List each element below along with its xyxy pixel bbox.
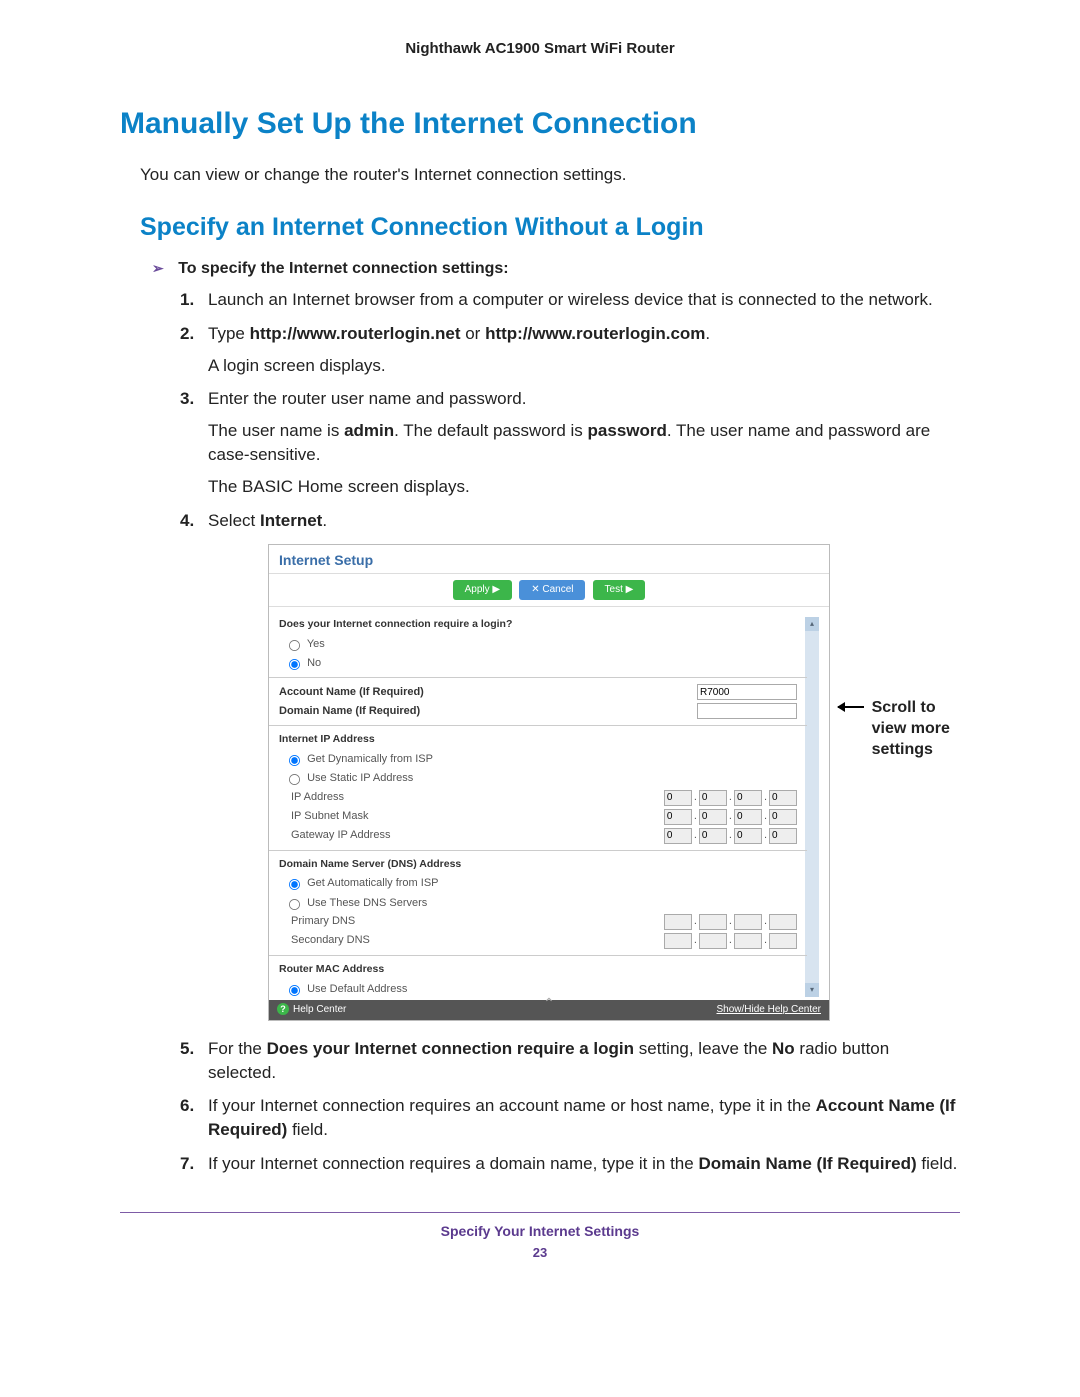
- ip-address-label: IP Address: [279, 790, 664, 805]
- show-hide-help-link[interactable]: Show/Hide Help Center: [717, 1003, 822, 1017]
- triangle-icon: ➢: [152, 260, 164, 276]
- apply-button[interactable]: Apply ▶: [453, 580, 512, 600]
- mac-section-label: Router MAC Address: [279, 962, 797, 977]
- radio-yes[interactable]: Yes: [283, 636, 797, 652]
- step-6: 6. If your Internet connection requires …: [180, 1094, 960, 1142]
- gateway-label: Gateway IP Address: [279, 828, 664, 843]
- callout-text: Scroll to view more settings: [872, 698, 966, 760]
- step-text: Select Internet.: [208, 511, 327, 530]
- step-7: 7. If your Internet connection requires …: [180, 1152, 960, 1176]
- dns-section-label: Domain Name Server (DNS) Address: [279, 857, 797, 872]
- callout-scroll: Scroll to view more settings: [838, 698, 965, 760]
- step-number: 1.: [180, 288, 194, 312]
- ip-octet-input[interactable]: [734, 809, 762, 825]
- step-1: 1. Launch an Internet browser from a com…: [180, 288, 960, 312]
- scroll-up-icon[interactable]: ▴: [805, 617, 819, 631]
- screenshot-container: Internet Setup Apply ▶ ✕ Cancel Test ▶ ▴…: [268, 544, 960, 1020]
- ip-octet-input[interactable]: [699, 914, 727, 930]
- ip-octet-input[interactable]: [734, 790, 762, 806]
- step-5: 5. For the Does your Internet connection…: [180, 1037, 960, 1085]
- radio-dns-manual[interactable]: Use These DNS Servers: [283, 895, 797, 911]
- step-text: Enter the router user name and password.: [208, 389, 526, 408]
- arrow-left-icon: [838, 706, 864, 708]
- ip-octet-input[interactable]: [734, 933, 762, 949]
- radio-dns-auto[interactable]: Get Automatically from ISP: [283, 875, 797, 891]
- radio-mac-default[interactable]: Use Default Address: [283, 981, 797, 997]
- help-center-label: Help Center: [293, 1004, 346, 1015]
- ip-octet-input[interactable]: [769, 809, 797, 825]
- domain-name-label: Domain Name (If Required): [279, 704, 697, 719]
- scroll-down-icon[interactable]: ▾: [805, 983, 819, 997]
- secondary-dns-label: Secondary DNS: [279, 933, 664, 948]
- subnet-label: IP Subnet Mask: [279, 809, 664, 824]
- ip-octet-input[interactable]: [769, 914, 797, 930]
- step-number: 6.: [180, 1094, 194, 1118]
- step-text: Type http://www.routerlogin.net or http:…: [208, 324, 710, 343]
- radio-ip-dynamic[interactable]: Get Dynamically from ISP: [283, 751, 797, 767]
- step-note: A login screen displays.: [208, 354, 960, 378]
- step-number: 3.: [180, 387, 194, 411]
- procedure-title-text: To specify the Internet connection setti…: [178, 260, 508, 277]
- step-number: 5.: [180, 1037, 194, 1061]
- step-number: 4.: [180, 509, 194, 533]
- ip-octet-input[interactable]: [699, 809, 727, 825]
- account-name-label: Account Name (If Required): [279, 685, 697, 700]
- ip-section-label: Internet IP Address: [279, 732, 797, 747]
- step-number: 2.: [180, 322, 194, 346]
- ip-octet-input[interactable]: [664, 914, 692, 930]
- intro-text: You can view or change the router's Inte…: [140, 165, 960, 185]
- screenshot-button-bar: Apply ▶ ✕ Cancel Test ▶: [269, 574, 829, 607]
- footer-section-title: Specify Your Internet Settings: [120, 1223, 960, 1239]
- footer-divider: [120, 1212, 960, 1213]
- internet-setup-screenshot: Internet Setup Apply ▶ ✕ Cancel Test ▶ ▴…: [268, 544, 830, 1020]
- test-button[interactable]: Test ▶: [593, 580, 646, 600]
- login-question-label: Does your Internet connection require a …: [279, 617, 797, 632]
- step-number: 7.: [180, 1152, 194, 1176]
- radio-no[interactable]: No: [283, 655, 797, 671]
- step-text: If your Internet connection requires an …: [208, 1096, 955, 1139]
- radio-ip-static[interactable]: Use Static IP Address: [283, 770, 797, 786]
- step-4: 4. Select Internet. Internet Setup Apply…: [180, 509, 960, 1021]
- step-text: If your Internet connection requires a d…: [208, 1154, 957, 1173]
- primary-dns-label: Primary DNS: [279, 914, 664, 929]
- step-text: For the Does your Internet connection re…: [208, 1039, 889, 1082]
- heading-main: Manually Set Up the Internet Connection: [120, 107, 960, 141]
- step-note: The BASIC Home screen displays.: [208, 475, 960, 499]
- footer-page-number: 23: [120, 1245, 960, 1260]
- screenshot-title: Internet Setup: [269, 545, 829, 574]
- ip-octet-input[interactable]: [664, 933, 692, 949]
- ip-octet-input[interactable]: [699, 790, 727, 806]
- ip-octet-input[interactable]: [699, 828, 727, 844]
- ip-octet-input[interactable]: [664, 809, 692, 825]
- heading-sub: Specify an Internet Connection Without a…: [140, 213, 960, 242]
- domain-name-input[interactable]: [697, 703, 797, 719]
- account-name-input[interactable]: [697, 684, 797, 700]
- ip-octet-input[interactable]: [734, 914, 762, 930]
- help-center-bar: ? Help Center ⌃ Show/Hide Help Center: [269, 1000, 829, 1020]
- ip-octet-input[interactable]: [699, 933, 727, 949]
- step-note: The user name is admin. The default pass…: [208, 419, 960, 467]
- ip-octet-input[interactable]: [769, 828, 797, 844]
- page-header: Nighthawk AC1900 Smart WiFi Router: [120, 40, 960, 57]
- step-3: 3. Enter the router user name and passwo…: [180, 387, 960, 498]
- ip-octet-input[interactable]: [769, 933, 797, 949]
- ip-octet-input[interactable]: [734, 828, 762, 844]
- step-text: Launch an Internet browser from a comput…: [208, 290, 933, 309]
- procedure-title: ➢ To specify the Internet connection set…: [152, 260, 960, 278]
- help-icon: ?: [277, 1003, 289, 1015]
- ip-octet-input[interactable]: [664, 790, 692, 806]
- ip-octet-input[interactable]: [769, 790, 797, 806]
- cancel-button[interactable]: ✕ Cancel: [519, 580, 585, 600]
- chevron-up-icon[interactable]: ⌃: [543, 999, 555, 1007]
- step-2: 2. Type http://www.routerlogin.net or ht…: [180, 322, 960, 378]
- ip-octet-input[interactable]: [664, 828, 692, 844]
